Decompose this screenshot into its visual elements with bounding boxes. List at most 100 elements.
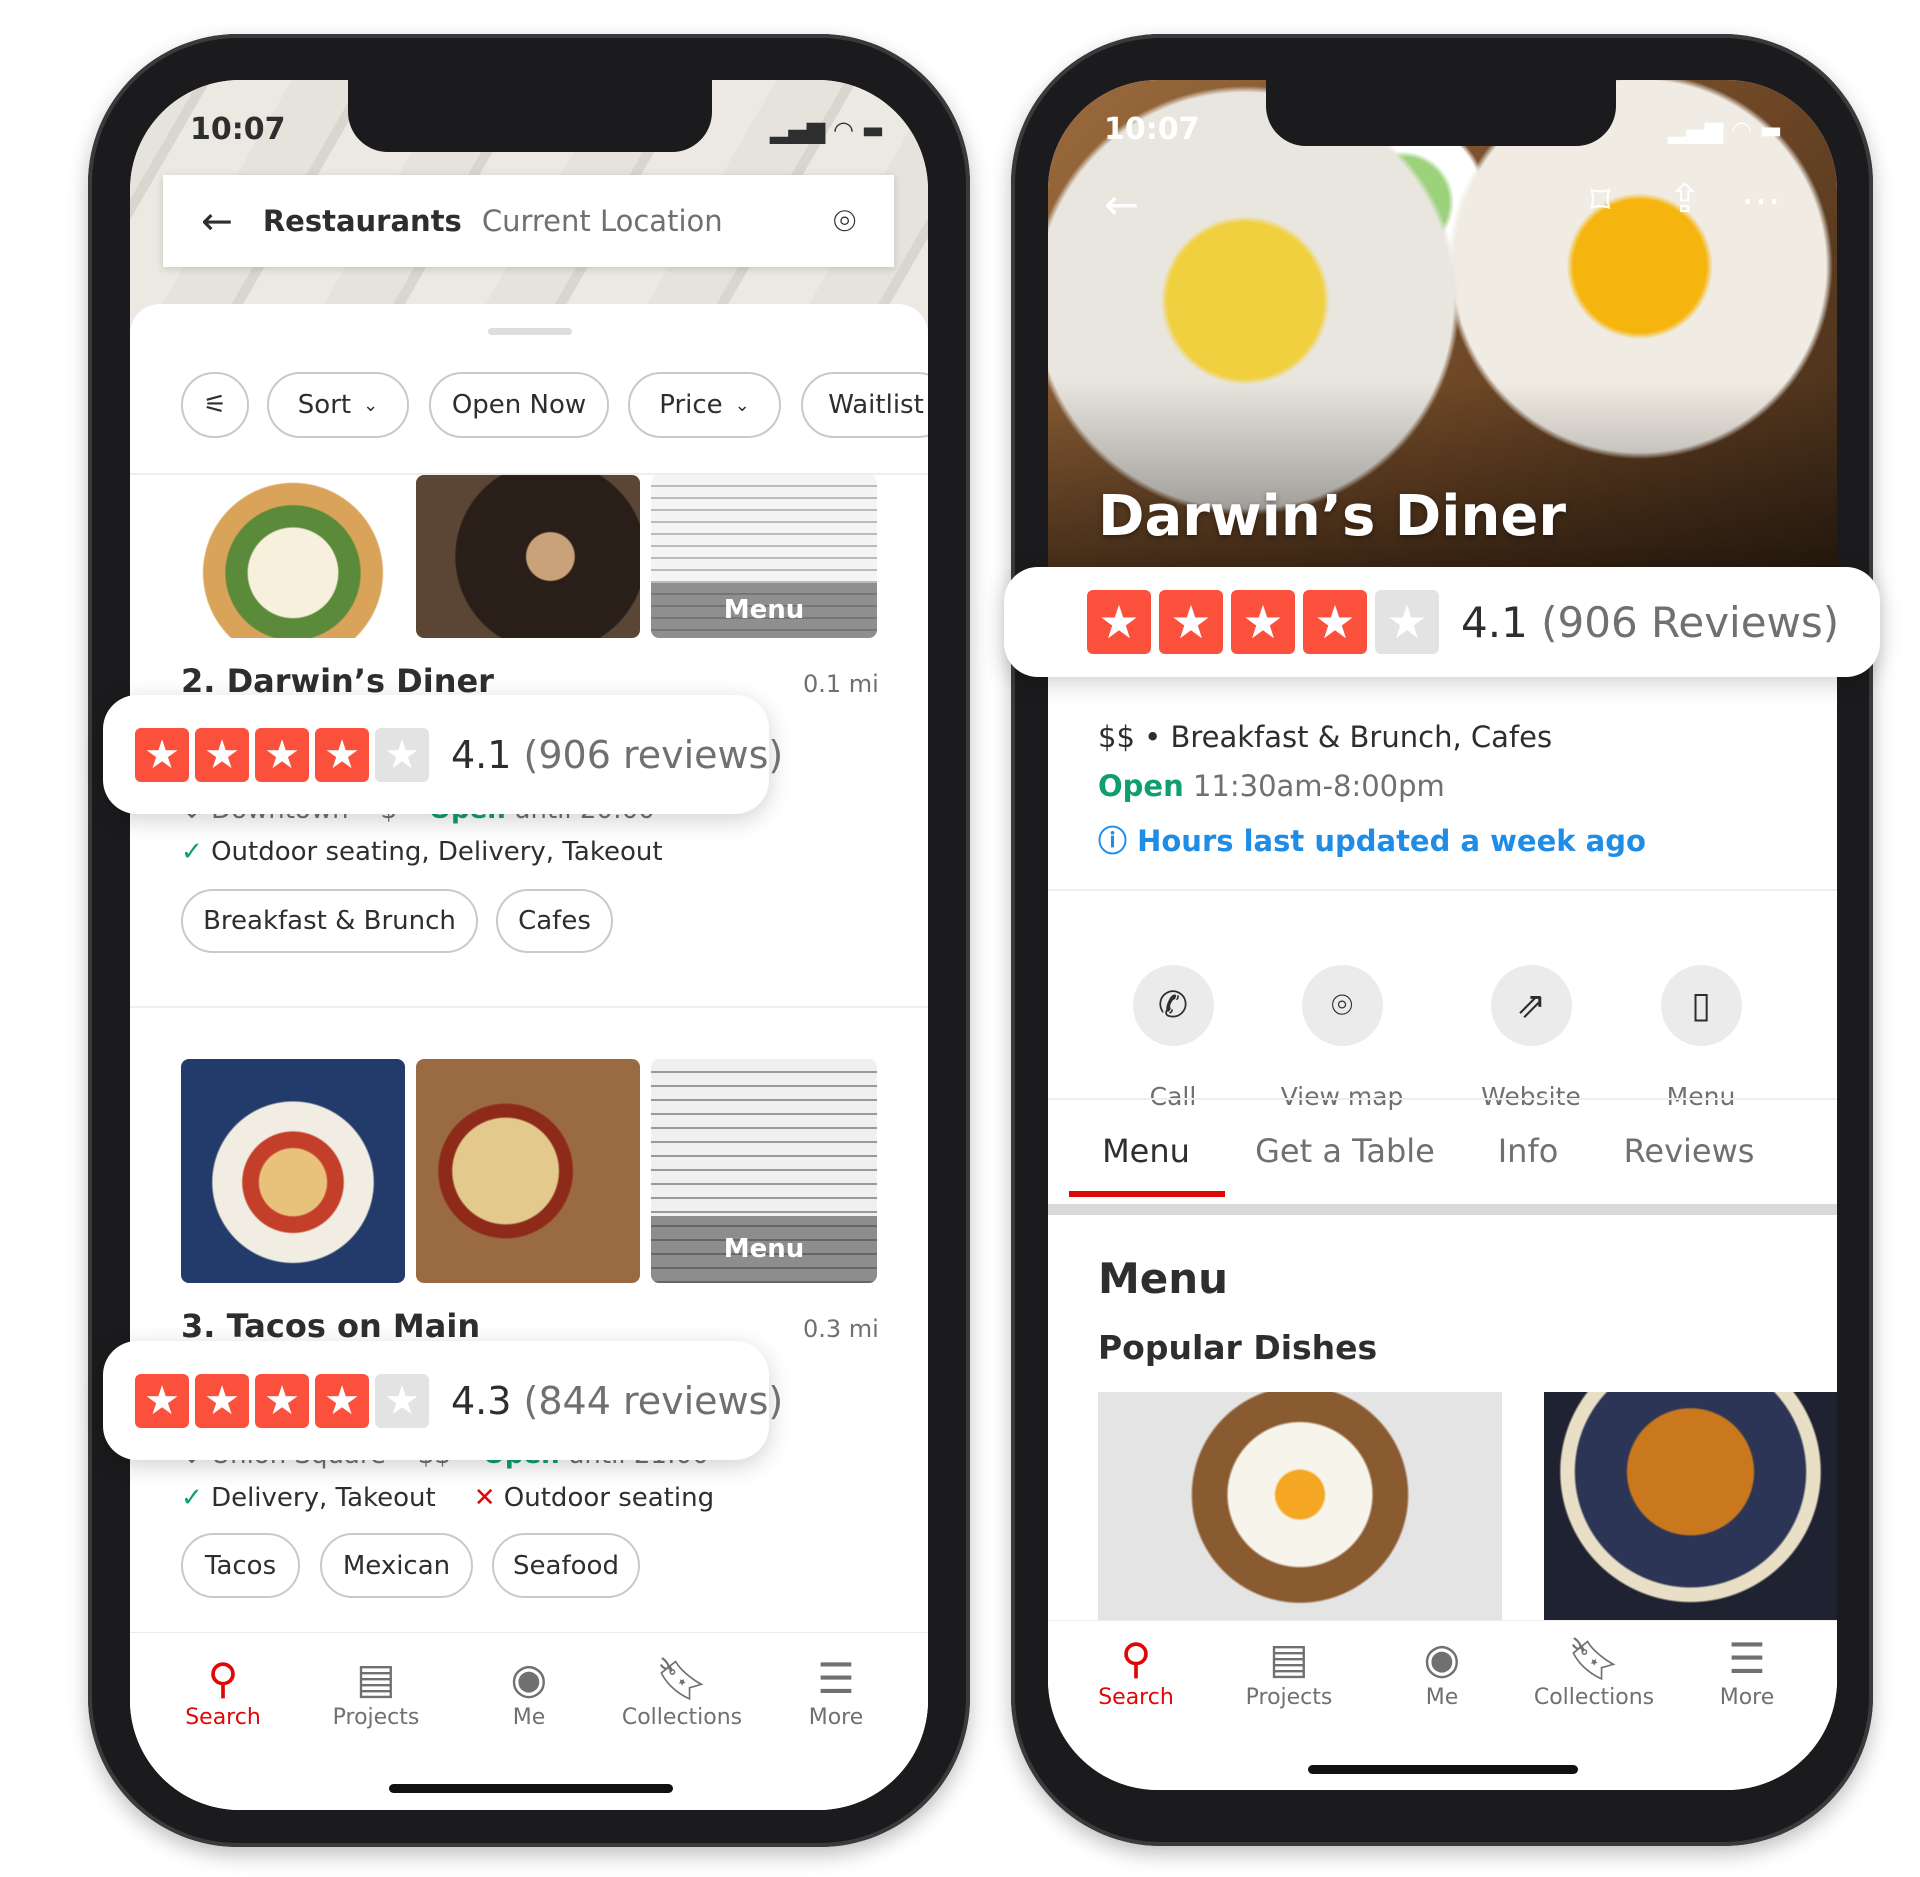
- tab-projects[interactable]: ▤ Projects: [1214, 1633, 1364, 1710]
- rating-value: 4.3: [451, 1378, 512, 1423]
- rating-card: ★ ★ ★ ★ ★ 4.3 (844 reviews): [103, 1341, 783, 1460]
- right-phone-screen: 10:07 ▂▄▆ ◠ ▬ ← ⌑ ⇪ ⋯ Darwin’s Diner $$ …: [1048, 80, 1837, 1790]
- x-icon: ✕: [473, 1483, 504, 1513]
- result-photo-chips[interactable]: [416, 1059, 640, 1283]
- category-chip[interactable]: Tacos: [181, 1533, 300, 1598]
- tab-get-a-table[interactable]: Get a Table: [1255, 1132, 1435, 1170]
- price-categories: $$ • Breakfast & Brunch, Cafes: [1098, 720, 1553, 754]
- tab-projects[interactable]: ▤ Projects: [301, 1653, 451, 1730]
- result-title[interactable]: 3. Tacos on Main: [181, 1307, 480, 1345]
- star-icon: ★: [1159, 590, 1223, 654]
- call-button[interactable]: ✆ Call: [1093, 965, 1253, 1111]
- map-pin-icon: ⌾: [1301, 965, 1383, 1046]
- active-tab-underline: [1069, 1191, 1225, 1197]
- star-icon: ★: [1087, 590, 1151, 654]
- back-arrow-icon[interactable]: ←: [1104, 180, 1139, 229]
- menu-button[interactable]: ▯ Menu: [1621, 965, 1781, 1111]
- menu-book-icon: ▯: [1660, 965, 1742, 1046]
- star-icon: ★: [255, 727, 309, 782]
- tab-more[interactable]: ☰ More: [1672, 1633, 1822, 1710]
- tab-search[interactable]: ⚲ Search: [148, 1653, 298, 1730]
- open-status: Open: [1098, 769, 1184, 803]
- result-photo-tacos[interactable]: [181, 1059, 405, 1283]
- result-photo-coffee[interactable]: [416, 475, 640, 638]
- user-icon: ◉: [510, 1654, 548, 1703]
- tab-menu[interactable]: Menu: [1102, 1132, 1190, 1170]
- menu-icon: ☰: [1728, 1634, 1766, 1683]
- category-chip[interactable]: Cafes: [496, 889, 613, 953]
- tab-info[interactable]: Info: [1498, 1132, 1559, 1170]
- tab-reviews[interactable]: Reviews: [1624, 1132, 1755, 1170]
- divider: [1048, 889, 1837, 891]
- status-time: 10:07: [190, 112, 286, 147]
- bookmark-icon: 🔖︎: [1567, 1634, 1621, 1683]
- left-phone-screen: 10:07 ▂▄▆ ◠ ▬ ← Restaurants Current Loca…: [130, 80, 928, 1810]
- tab-more[interactable]: ☰ More: [761, 1653, 911, 1730]
- search-location[interactable]: Current Location: [482, 204, 723, 238]
- search-bar[interactable]: ← Restaurants Current Location ⌾: [163, 175, 894, 267]
- info-icon: ⓘ: [1098, 824, 1138, 858]
- status-icons: ▂▄▆ ◠ ▬: [770, 116, 885, 144]
- menu-icon: ☰: [817, 1654, 855, 1703]
- phone-icon: ✆: [1132, 965, 1214, 1046]
- result-divider: [130, 1006, 928, 1008]
- search-title: Restaurants: [262, 204, 462, 238]
- review-count[interactable]: (844 reviews): [524, 1379, 784, 1423]
- tab-me[interactable]: ◉ Me: [454, 1653, 604, 1730]
- hours-note-link[interactable]: ⓘ Hours last updated a week ago: [1098, 818, 1646, 860]
- category-chip[interactable]: Mexican: [320, 1533, 473, 1598]
- star-icon: ★: [1375, 590, 1439, 654]
- business-name: Darwin’s Diner: [1098, 484, 1566, 549]
- section-title: Menu: [1098, 1254, 1229, 1303]
- star-icon: ★: [1303, 590, 1367, 654]
- review-count[interactable]: (906 reviews): [524, 733, 784, 777]
- star-icon: ★: [195, 1373, 249, 1428]
- tab-me[interactable]: ◉ Me: [1367, 1633, 1517, 1710]
- status-icons: ▂▄▆ ◠ ▬: [1668, 116, 1783, 144]
- tab-collections[interactable]: 🔖︎ Collections: [607, 1653, 757, 1730]
- result-photo-food[interactable]: [181, 475, 405, 638]
- star-icon: ★: [315, 727, 369, 782]
- filter-sort[interactable]: Sort ⌄: [267, 372, 409, 438]
- star-icon: ★: [315, 1373, 369, 1428]
- tab-search[interactable]: ⚲ Search: [1061, 1633, 1211, 1710]
- projects-icon: ▤: [1269, 1634, 1309, 1683]
- filter-price[interactable]: Price ⌄: [628, 372, 781, 438]
- star-icon: ★: [195, 727, 249, 782]
- result-distance: 0.3 mi: [803, 1315, 879, 1343]
- search-icon: ⚲: [207, 1654, 239, 1703]
- star-icon: ★: [1231, 590, 1295, 654]
- right-notch: [1266, 80, 1616, 146]
- filter-icon-button[interactable]: ⚟: [181, 372, 249, 438]
- subsection-title: Popular Dishes: [1098, 1328, 1378, 1367]
- rating-value: 4.1: [1461, 597, 1528, 647]
- more-icon[interactable]: ⋯: [1741, 178, 1781, 224]
- map-pin-icon[interactable]: ⌾: [833, 199, 856, 244]
- star-icon: ★: [255, 1373, 309, 1428]
- category-chip[interactable]: Breakfast & Brunch: [181, 889, 478, 953]
- result-photo-menu[interactable]: Menu: [651, 475, 877, 638]
- category-chip[interactable]: Seafood: [492, 1533, 640, 1598]
- dish-photo-french-toast[interactable]: [1544, 1392, 1837, 1620]
- website-button[interactable]: ⇗ Website: [1451, 965, 1611, 1111]
- filter-waitlist[interactable]: Waitlist: [801, 372, 928, 438]
- result-photo-menu[interactable]: Menu: [651, 1059, 877, 1283]
- tab-collections[interactable]: 🔖︎ Collections: [1519, 1633, 1669, 1710]
- drag-handle[interactable]: [488, 328, 572, 335]
- search-icon: ⚲: [1120, 1634, 1152, 1683]
- dish-photo-egg-toast[interactable]: [1098, 1392, 1502, 1620]
- divider: [1048, 1098, 1837, 1100]
- result-features: ✓ Delivery, Takeout ✕ Outdoor seating: [181, 1483, 715, 1513]
- bookmark-icon[interactable]: ⌑: [1590, 178, 1611, 224]
- star-icon: ★: [135, 727, 189, 782]
- home-indicator: [389, 1784, 673, 1793]
- filter-open-now[interactable]: Open Now: [429, 372, 609, 438]
- star-icon: ★: [375, 1373, 429, 1428]
- share-icon[interactable]: ⇪: [1668, 176, 1702, 222]
- review-count[interactable]: (906 Reviews): [1541, 598, 1839, 647]
- star-rating: ★ ★ ★ ★ ★: [135, 1373, 429, 1428]
- chevron-down-icon: ⌄: [363, 394, 379, 416]
- view-map-button[interactable]: ⌾ View map: [1262, 965, 1422, 1111]
- arrow-left-icon[interactable]: ←: [201, 199, 233, 243]
- left-notch: [348, 80, 712, 152]
